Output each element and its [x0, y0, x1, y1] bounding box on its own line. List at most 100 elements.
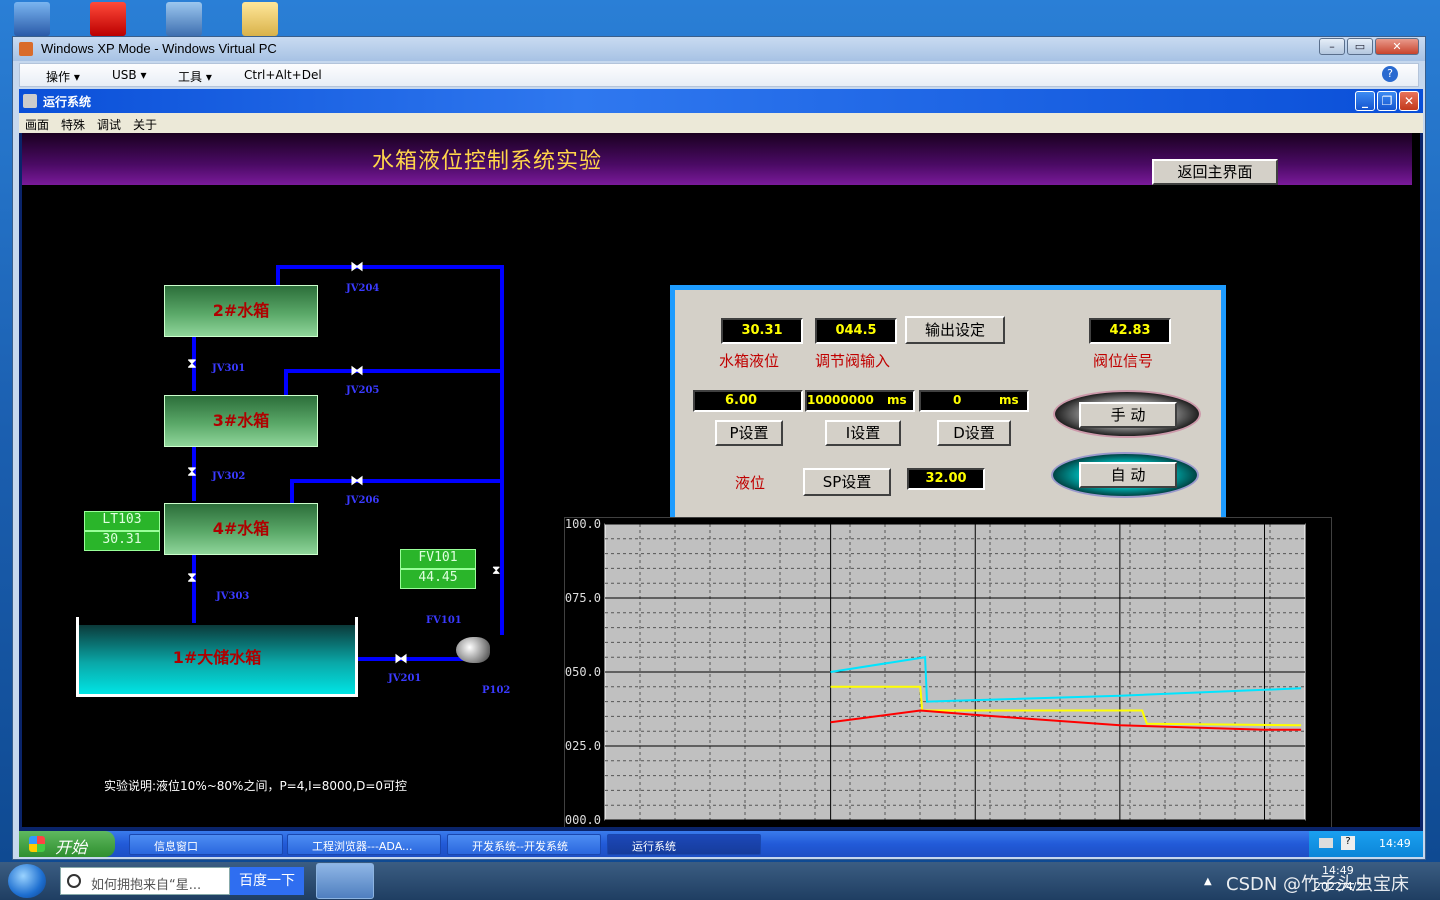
- d-setting-button[interactable]: D设置: [937, 420, 1011, 446]
- tank-3[interactable]: 3#水箱: [164, 395, 318, 447]
- sp-value: 32.00: [907, 468, 985, 490]
- valve-jv302-icon[interactable]: ⧗: [187, 465, 197, 479]
- close-button[interactable]: ✕: [1375, 38, 1419, 55]
- p-value[interactable]: 6.00: [693, 390, 803, 412]
- valve-jv205-label: JV205: [346, 385, 380, 396]
- valve-jv206-label: JV206: [346, 495, 380, 506]
- y-tick-label: 075.0: [565, 591, 601, 605]
- menu-tools[interactable]: 工具 ▾: [178, 68, 212, 85]
- vpc-titlebar[interactable]: Windows XP Mode - Windows Virtual PC – ▭…: [13, 37, 1425, 61]
- win7-start-button[interactable]: [8, 864, 46, 898]
- runtime-window: 运行系统 _ ❐ ✕ 画面 特殊 调试 关于 水箱液位控制系统实验 返回主界面: [19, 89, 1423, 831]
- fv101-box-value: 44.45: [400, 569, 476, 589]
- pipe: [284, 369, 502, 373]
- level-value: 30.31: [721, 318, 803, 344]
- menu-screen[interactable]: 画面: [25, 116, 49, 133]
- pipe: [192, 553, 196, 623]
- xp-close-button[interactable]: ✕: [1399, 91, 1419, 111]
- pump-p102-icon[interactable]: [456, 637, 490, 663]
- y-tick-label: 050.0: [565, 665, 601, 679]
- pdf-icon[interactable]: [90, 2, 126, 36]
- valve-jv301-icon[interactable]: ⧗: [187, 357, 197, 371]
- minimize-button[interactable]: –: [1319, 38, 1345, 55]
- back-to-main-button[interactable]: 返回主界面: [1152, 159, 1278, 185]
- tank-4[interactable]: 4#水箱: [164, 503, 318, 555]
- xp-clock: 14:49: [1379, 837, 1411, 850]
- experiment-note: 实验说明:液位10%~80%之间，P=4,I=8000,D=0可控: [104, 779, 408, 793]
- i-unit: ms: [887, 393, 907, 407]
- valve-jv302-label: JV302: [212, 471, 246, 482]
- pipe: [290, 479, 294, 503]
- help-tray-icon[interactable]: ?: [1341, 836, 1355, 850]
- task-project-browser[interactable]: 工程浏览器---ADA...: [287, 834, 441, 855]
- monitor-icon[interactable]: [166, 2, 202, 36]
- page-title: 水箱液位控制系统实验: [372, 149, 603, 174]
- vpc-menubar: 操作 ▾ USB ▾ 工具 ▾ Ctrl+Alt+Del ?: [19, 63, 1419, 87]
- pipe: [276, 265, 502, 269]
- y-tick-label: 100.0: [565, 518, 601, 531]
- valve-jv205-icon[interactable]: ⧓: [350, 364, 364, 378]
- task-label: 工程浏览器---ADA...: [312, 840, 413, 853]
- computer-icon[interactable]: [14, 2, 50, 36]
- manual-button[interactable]: 手 动: [1079, 402, 1177, 428]
- valve-jv303-icon[interactable]: ⧗: [187, 571, 197, 585]
- runtime-app-icon: [23, 94, 37, 108]
- task-info-window[interactable]: 信息窗口: [129, 834, 283, 855]
- folder-icon[interactable]: [242, 2, 278, 36]
- taskbar-virtual-pc[interactable]: [316, 863, 374, 899]
- valve-jv301-label: JV301: [212, 363, 246, 374]
- vpc-title: Windows XP Mode - Windows Virtual PC: [41, 41, 277, 56]
- valve-signal-label: 阀位信号: [1093, 352, 1154, 370]
- scada-canvas: 水箱液位控制系统实验 返回主界面 2#水箱 3#水箱 4#水箱 1#大储水箱 ⧓…: [22, 133, 1420, 827]
- p-setting-button[interactable]: P设置: [715, 420, 783, 446]
- runtime-titlebar[interactable]: 运行系统 _ ❐ ✕: [19, 89, 1423, 113]
- task-dev-system[interactable]: 开发系统--开发系统: [447, 834, 601, 855]
- menu-about[interactable]: 关于: [133, 116, 157, 133]
- valve-jv204-label: JV204: [346, 283, 380, 294]
- baidu-search-button[interactable]: 百度一下: [230, 867, 304, 895]
- maximize-button[interactable]: ▭: [1347, 38, 1373, 55]
- pipe: [290, 479, 502, 483]
- sp-setting-button[interactable]: SP设置: [803, 468, 891, 496]
- xp-system-tray: ? 14:49: [1309, 831, 1423, 857]
- valve-jv206-icon[interactable]: ⧓: [350, 474, 364, 488]
- valve-jv204-icon[interactable]: ⧓: [350, 260, 364, 274]
- valve-fv101-icon[interactable]: ⧗: [492, 563, 500, 577]
- output-setting-button[interactable]: 输出设定: [905, 316, 1005, 344]
- menu-usb[interactable]: USB ▾: [112, 68, 146, 82]
- i-value: 10000000: [807, 393, 874, 407]
- tank-1[interactable]: 1#大储水箱: [79, 625, 355, 694]
- windows-logo-icon: [29, 836, 45, 852]
- control-panel: 30.31 044.5 输出设定 42.83 水箱液位 调节阀输入 阀位信号 6…: [670, 285, 1226, 523]
- valve-input-label: 调节阀输入: [815, 352, 891, 370]
- valve-jv303-label: JV303: [216, 591, 250, 602]
- xp-start-button[interactable]: 开始: [19, 831, 115, 857]
- d-value: 0: [953, 393, 962, 407]
- win7-taskbar: 如何拥抱来自“星... 百度一下 ▲ 14:49 2022/4/2 CSDN @…: [0, 862, 1440, 900]
- i-setting-button[interactable]: I设置: [825, 420, 901, 446]
- tank-2[interactable]: 2#水箱: [164, 285, 318, 337]
- tray-arrow-icon[interactable]: ▲: [1204, 876, 1212, 887]
- fv101-box-label: FV101: [400, 549, 476, 569]
- task-runtime-system[interactable]: 运行系统: [607, 834, 761, 855]
- xp-minimize-button[interactable]: _: [1355, 91, 1375, 111]
- trend-chart[interactable]: 100.0075.0050.0025.0000.041:3244:0246:32…: [564, 517, 1332, 827]
- pump-p102-label: P102: [482, 685, 511, 696]
- search-box[interactable]: 如何拥抱来自“星...: [60, 867, 230, 895]
- valve-input-value: 044.5: [815, 318, 897, 344]
- menu-ctrl-alt-del[interactable]: Ctrl+Alt+Del: [244, 68, 322, 82]
- search-placeholder: 如何拥抱来自“星...: [91, 878, 202, 893]
- task-label: 信息窗口: [154, 840, 198, 853]
- menu-special[interactable]: 特殊: [61, 116, 85, 133]
- menu-action[interactable]: 操作 ▾: [46, 68, 80, 85]
- xp-restore-button[interactable]: ❐: [1377, 91, 1397, 111]
- pipe: [500, 265, 504, 635]
- task-label: 开发系统--开发系统: [472, 840, 568, 853]
- sp-label: 液位: [735, 474, 766, 492]
- pipe: [284, 369, 288, 395]
- keyboard-icon[interactable]: [1319, 838, 1333, 848]
- help-icon[interactable]: ?: [1382, 66, 1398, 82]
- auto-button[interactable]: 自 动: [1079, 462, 1177, 488]
- valve-jv201-icon[interactable]: ⧓: [394, 652, 408, 666]
- menu-debug[interactable]: 调试: [97, 116, 121, 133]
